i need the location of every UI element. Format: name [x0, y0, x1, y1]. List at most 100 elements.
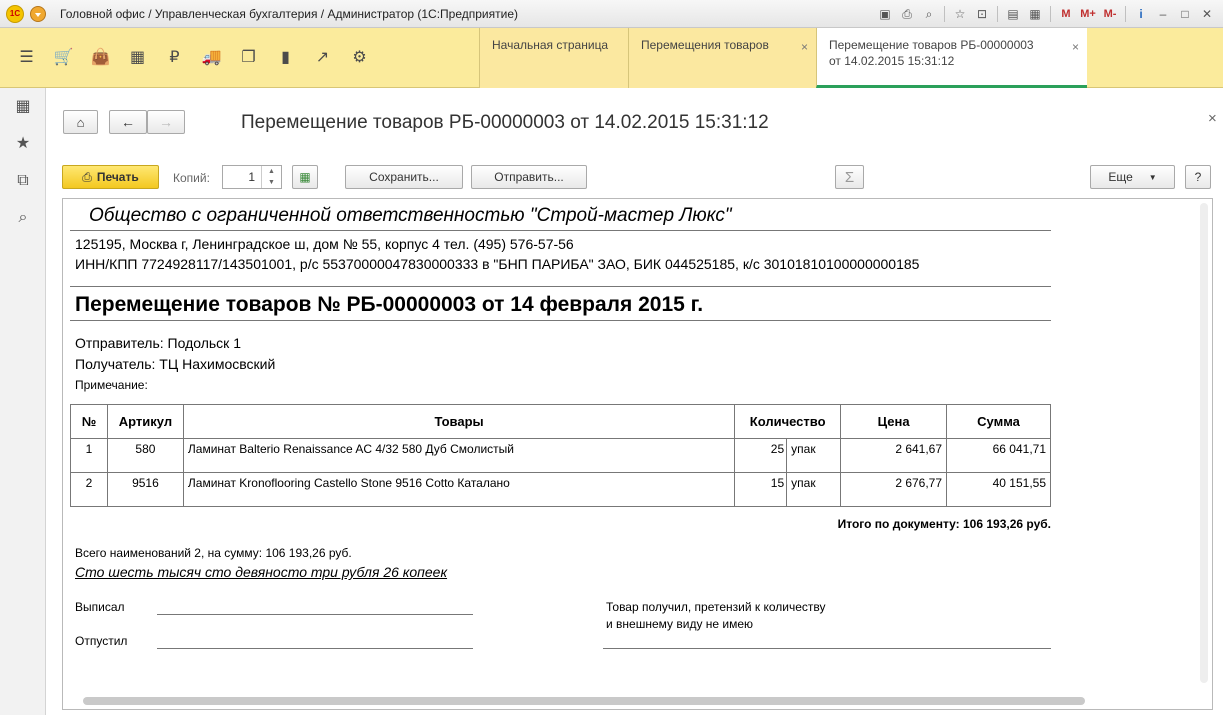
apps-grid-icon[interactable]: ▦ [0, 88, 46, 125]
tab-label-date: от 14.02.2015 15:31:12 [829, 54, 955, 68]
main-menu-icon[interactable] [30, 5, 46, 22]
column-header-num: № [70, 404, 108, 439]
save-icon[interactable]: ▣ [875, 4, 895, 24]
trend-icon[interactable]: ↗ [304, 38, 341, 78]
favorites-add-icon[interactable]: ☆ [950, 4, 970, 24]
open-tabs: Начальная страница Перемещения товаров ×… [479, 28, 1087, 88]
horizontal-scrollbar[interactable] [83, 697, 1085, 705]
receiver: Получатель: ТЦ Нахимосвский [75, 356, 276, 372]
print-icon[interactable]: ⎙ [897, 4, 917, 24]
column-header-goods: Товары [182, 404, 736, 439]
search-icon[interactable]: ⌕ [0, 199, 46, 236]
row-qty: 15 [734, 472, 788, 507]
copies-stepper[interactable]: 1 ▲ ▼ [222, 165, 282, 189]
column-header-sum: Сумма [946, 404, 1051, 439]
column-header-qty: Количество [734, 404, 842, 439]
memory-m-button[interactable]: M [1056, 4, 1076, 24]
organization-requisites: ИНН/КПП 7724928117/143501001, р/с 553700… [75, 256, 920, 272]
document-title: Перемещение товаров № РБ-00000003 от 14 … [75, 293, 704, 316]
link-icon[interactable]: ⊡ [972, 4, 992, 24]
close-icon[interactable]: ✕ [1197, 4, 1217, 24]
more-label: Еще [1108, 170, 1133, 184]
row-qty: 25 [734, 438, 788, 473]
bag-icon[interactable]: 👜 [82, 38, 119, 78]
row-num: 1 [70, 438, 108, 473]
row-sum: 40 151,55 [946, 472, 1051, 507]
organization-address: 125195, Москва г, Ленинградское ш, дом №… [75, 236, 574, 252]
row-goods: Ламинат Kronoflooring Castello Stone 951… [182, 472, 736, 507]
sum-button[interactable]: Σ [835, 165, 864, 189]
row-unit: упак [786, 472, 842, 507]
ruble-icon[interactable]: ₽ [156, 38, 193, 78]
close-icon[interactable]: × [801, 40, 808, 54]
memory-minus-button[interactable]: M- [1100, 4, 1120, 24]
row-sum: 66 041,71 [946, 438, 1051, 473]
edit-toggle-button[interactable]: ▦ [292, 165, 318, 189]
signature-line [157, 648, 473, 649]
print-label: Печать [96, 170, 139, 184]
send-button[interactable]: Отправить... [471, 165, 587, 189]
title-toolbar: ▣ ⎙ ⌕ ☆ ⊡ ▤ ▦ M M+ M- i – □ ✕ [875, 4, 1217, 24]
tab-label: Перемещения товаров [641, 38, 769, 52]
close-icon[interactable]: × [1208, 110, 1217, 127]
calculator-icon[interactable]: ▤ [1003, 4, 1023, 24]
divider [70, 230, 1051, 231]
tab-home[interactable]: Начальная страница [479, 28, 628, 88]
menu-icon[interactable]: ☰ [8, 38, 45, 78]
organization-name: Общество с ограниченной ответственностью… [89, 205, 732, 226]
table-header: № Артикул Товары Количество Цена Сумма [70, 404, 1051, 439]
cart-icon[interactable]: 🛒 [45, 38, 82, 78]
separator [997, 6, 998, 22]
info-icon[interactable]: i [1131, 4, 1151, 24]
arrow-left-icon: ← [121, 114, 135, 130]
help-button[interactable]: ? [1185, 165, 1211, 189]
divider [70, 320, 1051, 321]
send-label: Отправить... [494, 170, 564, 184]
print-button[interactable]: ⎙ Печать [62, 165, 159, 189]
row-num: 2 [70, 472, 108, 507]
document-total: Итого по документу: 106 193,26 руб. [837, 517, 1051, 531]
home-button[interactable]: ⌂ [63, 110, 98, 134]
row-price: 2 676,77 [840, 472, 948, 507]
truck-icon[interactable]: 🚚 [193, 38, 230, 78]
row-goods: Ламинат Balterio Renaissance AC 4/32 580… [182, 438, 736, 473]
forward-button[interactable]: → [147, 110, 185, 134]
star-icon[interactable]: ★ [0, 125, 46, 162]
documents-icon[interactable]: ❐ [230, 38, 267, 78]
row-price: 2 641,67 [840, 438, 948, 473]
help-label: ? [1194, 170, 1202, 184]
memory-plus-button[interactable]: M+ [1078, 4, 1098, 24]
minimize-icon[interactable]: – [1153, 4, 1173, 24]
goods-table: № Артикул Товары Количество Цена Сумма 1… [70, 404, 1051, 507]
received-text-line2: и внешнему виду не имею [606, 617, 754, 631]
vertical-scrollbar[interactable] [1200, 203, 1208, 683]
printed-form: Общество с ограниченной ответственностью… [63, 199, 1063, 689]
note: Примечание: [75, 378, 148, 392]
tab-transfer-document[interactable]: Перемещение товаров РБ-00000003 от 14.02… [816, 28, 1087, 88]
document-preview[interactable]: Общество с ограниченной ответственностью… [62, 198, 1213, 710]
maximize-icon[interactable]: □ [1175, 4, 1195, 24]
copies-label: Копий: [173, 171, 210, 185]
close-icon[interactable]: × [1072, 40, 1079, 54]
preview-icon[interactable]: ⌕ [919, 4, 939, 24]
bar-chart-icon[interactable]: ▮ [267, 38, 304, 78]
title-bar: 1С Головной офис / Управленческая бухгал… [0, 0, 1223, 28]
spin-icon[interactable]: ▲ ▼ [261, 166, 281, 188]
edit-table-icon: ▦ [299, 170, 311, 184]
grid-icon[interactable]: ▦ [119, 38, 156, 78]
column-header-price: Цена [840, 404, 948, 439]
row-article: 9516 [106, 472, 184, 507]
signature-line [157, 614, 473, 615]
tab-transfers-list[interactable]: Перемещения товаров × [628, 28, 816, 88]
received-text-line1: Товар получил, претензий к количеству [606, 600, 826, 614]
history-icon[interactable]: ⧉ [0, 162, 46, 199]
save-button[interactable]: Сохранить... [345, 165, 463, 189]
sigma-icon: Σ [844, 168, 855, 186]
gear-icon[interactable]: ⚙ [341, 38, 378, 78]
table-row: 2 9516 Ламинат Kronoflooring Castello St… [70, 472, 1051, 507]
back-button[interactable]: ← [109, 110, 147, 134]
sender: Отправитель: Подольск 1 [75, 335, 241, 351]
signature-line [603, 648, 1051, 649]
calendar-icon[interactable]: ▦ [1025, 4, 1045, 24]
more-button[interactable]: Еще ▼ [1090, 165, 1175, 189]
